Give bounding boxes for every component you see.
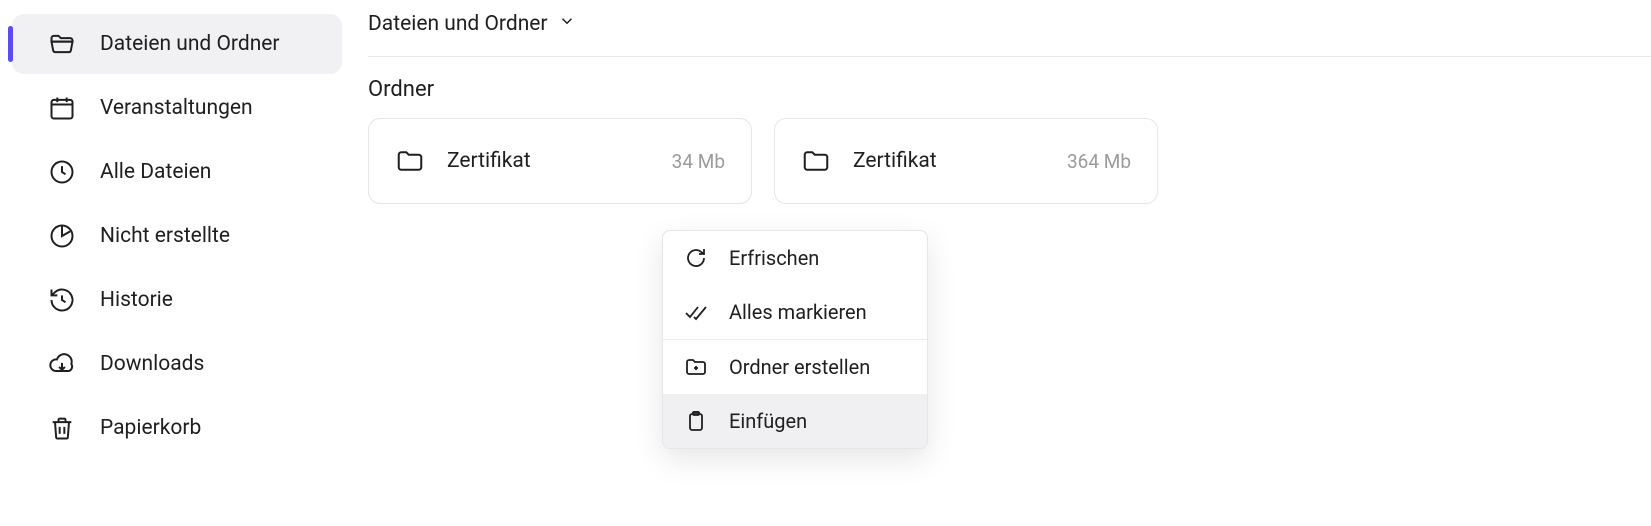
sidebar-item-label: Historie [100,288,173,312]
context-item-select-all[interactable]: Alles markieren [663,285,927,339]
breadcrumb-dropdown[interactable]: Dateien und Ordner [368,12,1651,57]
folder-size: 34 Mb [672,150,725,173]
breadcrumb-label: Dateien und Ordner [368,12,548,36]
sidebar-item-label: Papierkorb [100,416,201,440]
context-item-label: Alles markieren [729,300,867,324]
trash-icon [48,414,76,442]
sidebar-item-label: Dateien und Ordner [100,32,280,56]
folder-name: Zertifikat [447,149,650,173]
context-menu: Erfrischen Alles markieren Ordner erstel… [662,230,928,449]
refresh-icon [683,245,709,271]
sidebar-item-events[interactable]: Veranstaltungen [12,78,342,138]
context-item-new-folder[interactable]: Ordner erstellen [663,340,927,394]
new-folder-icon [683,354,709,380]
check-all-icon [683,299,709,325]
sidebar-item-label: Alle Dateien [100,160,211,184]
folder-open-icon [48,30,76,58]
context-item-label: Erfrischen [729,246,819,270]
sidebar-item-all-files[interactable]: Alle Dateien [12,142,342,202]
cloud-download-icon [48,350,76,378]
history-icon [48,286,76,314]
sidebar-item-label: Downloads [100,352,204,376]
folder-icon [395,146,425,176]
pie-slice-icon [48,222,76,250]
folder-card[interactable]: Zertifikat 364 Mb [774,118,1158,204]
clock-icon [48,158,76,186]
context-item-refresh[interactable]: Erfrischen [663,231,927,285]
folder-icon [801,146,831,176]
context-item-label: Einfügen [729,409,807,433]
clipboard-icon [683,408,709,434]
context-item-label: Ordner erstellen [729,355,870,379]
main-content: Dateien und Ordner Ordner Zertifikat 34 … [350,0,1651,526]
folder-name: Zertifikat [853,149,1045,173]
sidebar-item-history[interactable]: Historie [12,270,342,330]
sidebar-item-downloads[interactable]: Downloads [12,334,342,394]
sidebar-item-label: Veranstaltungen [100,96,253,120]
sidebar-item-files-folders[interactable]: Dateien und Ordner [12,14,342,74]
sidebar-item-not-created[interactable]: Nicht erstellte [12,206,342,266]
sidebar: Dateien und Ordner Veranstaltungen Alle … [0,0,350,526]
calendar-icon [48,94,76,122]
sidebar-item-label: Nicht erstellte [100,224,230,248]
section-title-folders: Ordner [368,77,1651,102]
folder-card[interactable]: Zertifikat 34 Mb [368,118,752,204]
sidebar-item-trash[interactable]: Papierkorb [12,398,342,458]
folders-row: Zertifikat 34 Mb Zertifikat 364 Mb [368,118,1651,204]
context-item-paste[interactable]: Einfügen [663,394,927,448]
folder-size: 364 Mb [1067,150,1131,173]
chevron-down-icon [558,12,576,36]
